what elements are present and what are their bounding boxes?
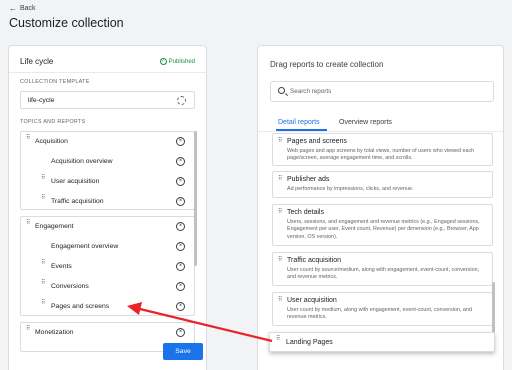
report-card[interactable]: ⠿ Tech details Users, sessions, and enga… [272, 204, 493, 246]
topic-name: Monetization [35, 329, 74, 336]
divider [9, 72, 206, 73]
report-card[interactable]: ⠿ Pages and screens Web pages and app sc… [272, 133, 493, 166]
template-value: life-cycle [28, 97, 55, 104]
remove-topic-icon[interactable]: × [176, 137, 185, 146]
template-label: COLLECTION TEMPLATE [20, 79, 90, 85]
remove-report-icon[interactable]: × [176, 197, 185, 206]
report-card[interactable]: ⠿ User acquisition User count by medium,… [272, 292, 493, 326]
remove-topic-icon[interactable]: × [176, 328, 185, 337]
drag-handle-icon[interactable]: ⠿ [26, 220, 31, 231]
remove-report-icon[interactable]: × [176, 242, 185, 251]
topics-label: TOPICS AND REPORTS [20, 119, 86, 125]
topic-name: Acquisition [35, 138, 68, 145]
report-row[interactable]: ⠿ Events × [21, 258, 194, 276]
drag-handle-icon[interactable]: ⠿ [26, 326, 31, 337]
drag-handle-icon[interactable]: ⠿ [276, 336, 281, 347]
report-name: Engagement overview [51, 243, 119, 250]
collection-name: Life cycle [20, 57, 54, 66]
page-title: Customize collection [9, 16, 124, 30]
drag-handle-icon[interactable]: ⠿ [41, 175, 46, 186]
report-row[interactable]: ⠿ Conversions × [21, 278, 194, 296]
topic-name: Engagement [35, 223, 74, 230]
collection-panel: Life cycle ✓ Published COLLECTION TEMPLA… [8, 45, 207, 370]
drag-handle-icon[interactable]: ⠿ [278, 297, 283, 308]
drag-handle-icon[interactable]: ⠿ [26, 135, 31, 146]
template-field[interactable]: life-cycle [20, 91, 195, 109]
search-placeholder: Search reports [290, 88, 332, 95]
remove-report-icon[interactable]: × [176, 282, 185, 291]
report-name: Pages and screens [51, 303, 110, 310]
back-label: Back [20, 5, 36, 12]
divider [258, 131, 503, 132]
report-title: Publisher ads [287, 176, 330, 183]
drag-handle-icon[interactable]: ⠿ [41, 260, 46, 271]
topic-row[interactable]: ⠿ Acquisition × [21, 133, 194, 151]
status-badge: ✓ Published [159, 58, 195, 65]
drag-handle-icon[interactable]: ⠿ [278, 209, 283, 220]
drag-handle-icon[interactable]: ⠿ [278, 176, 283, 187]
arrow-left-icon: ← [9, 4, 17, 13]
report-row[interactable]: ⠿ User acquisition × [21, 173, 194, 191]
report-description: Web pages and app screens by total views… [287, 148, 475, 162]
topic-group-acquisition[interactable]: ⠿ Acquisition × Acquisition overview × ⠿… [20, 131, 195, 210]
remove-report-icon[interactable]: × [176, 262, 185, 271]
remove-report-icon[interactable]: × [176, 157, 185, 166]
topic-row[interactable]: ⠿ Engagement × [21, 218, 194, 236]
report-card[interactable]: ⠿ Traffic acquisition User count by sour… [272, 252, 493, 286]
template-picker-icon[interactable] [177, 96, 186, 105]
remove-topic-icon[interactable]: × [176, 222, 185, 231]
report-name: User acquisition [51, 178, 100, 185]
dragging-report-card[interactable]: ⠿ Landing Pages [269, 332, 495, 352]
report-description: Ad performance by impressions, clicks, a… [287, 186, 414, 192]
tab-detail-reports[interactable]: Detail reports [278, 119, 320, 126]
back-link[interactable]: ← Back [9, 4, 36, 13]
remove-report-icon[interactable]: × [176, 177, 185, 186]
report-title: Traffic acquisition [287, 257, 342, 264]
search-icon [278, 87, 285, 94]
report-title: Pages and screens [287, 138, 347, 145]
report-row[interactable]: Engagement overview × [21, 238, 194, 256]
search-input[interactable]: Search reports [270, 81, 494, 102]
drag-handle-icon[interactable]: ⠿ [41, 300, 46, 311]
drag-handle-icon[interactable]: ⠿ [278, 138, 283, 149]
report-description: Users, sessions, and engagement and reve… [287, 219, 480, 240]
report-title: User acquisition [287, 297, 337, 304]
reports-panel: Drag reports to create collection Search… [257, 45, 504, 370]
report-card[interactable]: ⠿ Publisher ads Ad performance by impres… [272, 171, 493, 198]
topic-row[interactable]: ⠿ Monetization × [21, 324, 194, 342]
report-row[interactable]: ⠿ Pages and screens × [21, 298, 194, 316]
scrollbar[interactable] [194, 131, 197, 266]
report-description: User count by medium, along with engagem… [287, 307, 472, 321]
report-row[interactable]: Acquisition overview × [21, 153, 194, 171]
report-row[interactable]: ⠿ Traffic acquisition × [21, 193, 194, 211]
tab-overview-reports[interactable]: Overview reports [339, 119, 392, 126]
status-text: Published [168, 58, 195, 65]
report-title: Tech details [287, 209, 324, 216]
panel-title: Drag reports to create collection [270, 60, 384, 69]
check-circle-icon: ✓ [159, 58, 167, 65]
report-name: Acquisition overview [51, 158, 113, 165]
report-title: Landing Pages [286, 339, 333, 346]
report-name: Events [51, 263, 72, 270]
report-name: Traffic acquisition [51, 198, 104, 205]
remove-report-icon[interactable]: × [176, 302, 185, 311]
drag-handle-icon[interactable]: ⠿ [278, 257, 283, 268]
topic-group-engagement[interactable]: ⠿ Engagement × Engagement overview × ⠿ E… [20, 216, 195, 316]
drag-handle-icon[interactable]: ⠿ [41, 195, 46, 206]
report-name: Conversions [51, 283, 89, 290]
save-button[interactable]: Save [163, 343, 203, 360]
report-description: User count by source/medium, along with … [287, 267, 480, 281]
drag-handle-icon[interactable]: ⠿ [41, 280, 46, 291]
